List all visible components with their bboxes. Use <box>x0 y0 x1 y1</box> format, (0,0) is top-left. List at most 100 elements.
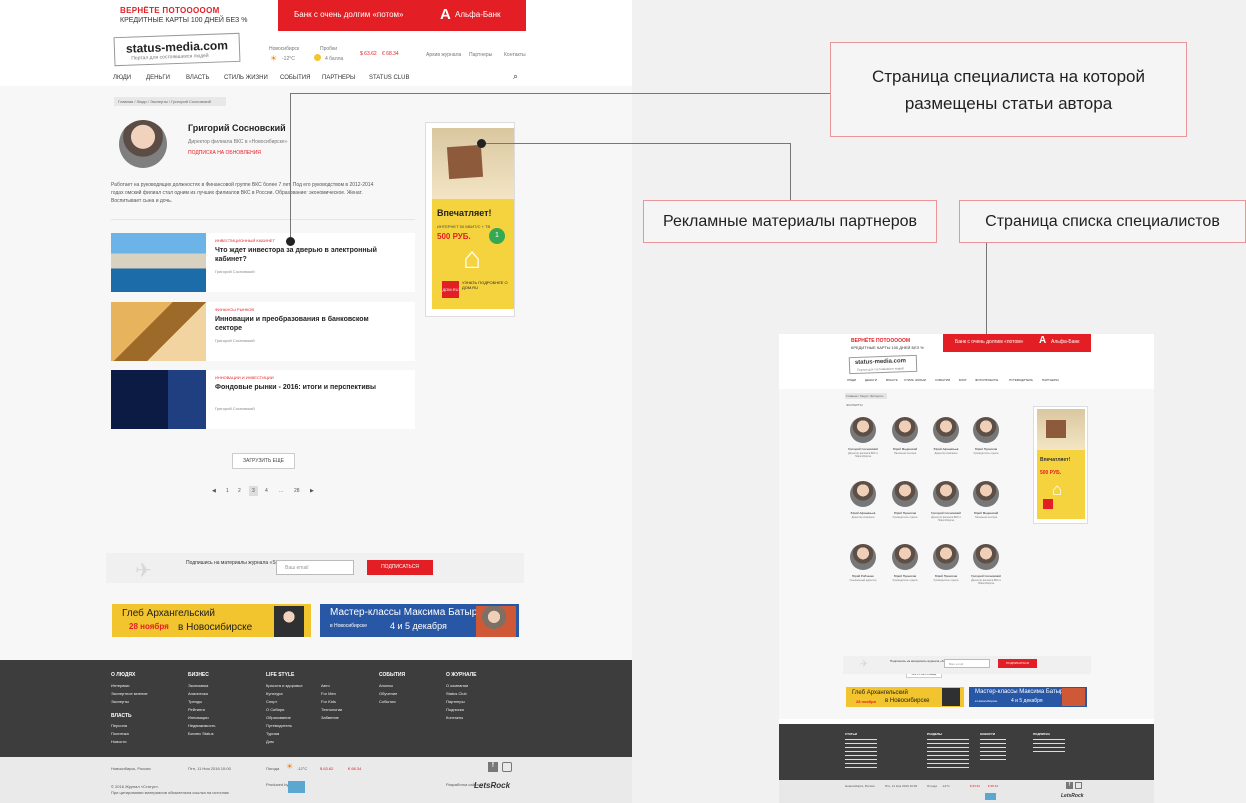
article-title[interactable]: Фондовые рынки - 2016: итоги и перспекти… <box>215 383 395 392</box>
email-input[interactable]: Ваш email <box>944 659 990 668</box>
footer-link[interactable]: События <box>379 698 397 706</box>
specialist-name[interactable]: Григорий Сосновский <box>967 574 1005 578</box>
footer-link[interactable]: Экспертное мнение <box>111 690 148 698</box>
nav-item-status-club[interactable]: STATUS CLUB <box>369 75 409 81</box>
article-thumbnail[interactable] <box>111 233 206 292</box>
footer-link-list[interactable] <box>927 739 969 769</box>
dom-ru-ad-banner[interactable]: Впечатляет! ИНТЕРНЕТ 50 МБИТ/С + ТВ 500 … <box>432 128 514 309</box>
footer-link[interactable]: Инновации <box>188 714 216 722</box>
footer-link[interactable]: Тренды <box>188 698 216 706</box>
instagram-icon[interactable] <box>1075 782 1082 789</box>
letsrock-logo[interactable]: LetsRock <box>1061 793 1084 799</box>
article-card[interactable]: ИНВЕСТИЦИОННЫЙ КАБИНЕТ Что ждет инвестор… <box>111 233 415 292</box>
footer-link[interactable]: Персона <box>111 722 129 730</box>
site-logo[interactable]: status-media.com Портал для состоявшихся… <box>848 354 918 375</box>
specialist-avatar[interactable] <box>850 417 876 443</box>
nav-item-events[interactable]: СОБЫТИЯ <box>280 75 310 81</box>
footer-link[interactable]: Культура <box>266 690 303 698</box>
header-link-partners[interactable]: Партнеры <box>469 52 492 58</box>
footer-link[interactable]: Эксперты <box>111 698 148 706</box>
footer-heading[interactable]: НОВОСТИ <box>980 732 995 736</box>
specialist-card[interactable]: Григорий Сосновский Директор филиала ВКС … <box>927 481 963 536</box>
footer-link[interactable]: О компании <box>446 682 468 690</box>
footer-link-list[interactable] <box>845 739 877 769</box>
footer-link[interactable]: Анонсы <box>379 682 397 690</box>
footer-link-list[interactable] <box>1033 739 1065 755</box>
event-banner-arkhangelsky[interactable]: Глеб Архангельский 28 ноября в Новосибир… <box>846 687 964 707</box>
specialist-avatar[interactable] <box>892 417 918 443</box>
article-title[interactable]: Что ждет инвестора за дверью в электронн… <box>215 246 395 264</box>
author-subscribe-link[interactable]: ПОДПИСКА НА ОБНОВЛЕНИЯ <box>188 150 261 156</box>
footer-link[interactable]: Рейтинги <box>188 706 216 714</box>
article-tag[interactable]: ФИНАНСЫ РЫНКОВ <box>215 307 254 312</box>
page-number[interactable]: 2 <box>238 488 241 494</box>
footer-heading[interactable]: БИЗНЕС <box>188 672 209 678</box>
nav-item-guide[interactable]: ПУТЕВОДИТЕЛЬ <box>1009 378 1033 382</box>
nav-item-power[interactable]: ВЛАСТЬ <box>886 378 898 382</box>
instagram-icon[interactable] <box>502 762 512 772</box>
nav-item-events[interactable]: СОБЫТИЯ <box>935 378 950 382</box>
specialist-avatar[interactable] <box>933 417 959 443</box>
footer-heading[interactable]: О ЖУРНАЛЕ <box>446 672 477 678</box>
page-number[interactable]: 28 <box>294 488 300 494</box>
specialist-name[interactable]: Юрий Афанасьев <box>927 447 965 451</box>
footer-heading[interactable]: ПОДПИСКА <box>1033 732 1050 736</box>
footer-link[interactable]: Недвижимость <box>188 722 216 730</box>
footer-heading[interactable]: СТАТЬИ <box>845 732 857 736</box>
subscribe-button[interactable]: ПОДПИСАТЬСЯ <box>998 659 1037 668</box>
footer-link[interactable]: Аналитика <box>188 690 216 698</box>
nav-item-people[interactable]: ЛЮДИ <box>113 75 131 81</box>
nav-item-power[interactable]: ВЛАСТЬ <box>186 75 209 81</box>
nav-item-photo[interactable]: ФОТОПРОЕКТЫ <box>975 378 998 382</box>
producer-logo[interactable] <box>985 793 996 800</box>
footer-link[interactable]: Обучение <box>379 690 397 698</box>
specialist-name[interactable]: Юрий Мединский <box>967 511 1005 515</box>
footer-link[interactable]: Туризм <box>266 730 303 738</box>
footer-link[interactable]: For Kids <box>321 698 342 706</box>
specialist-avatar[interactable] <box>850 544 876 570</box>
header-link-archive[interactable]: Архив журнала <box>426 52 461 58</box>
nav-item-people[interactable]: ЛЮДИ <box>847 378 856 382</box>
footer-link[interactable]: Подписка <box>446 706 468 714</box>
article-tag[interactable]: ИННОВАЦИИ И ИНВЕСТИЦИИ <box>215 375 274 380</box>
footer-link[interactable]: Экономика <box>188 682 216 690</box>
footer-heading[interactable]: О ЛЮДЯХ <box>111 672 135 678</box>
specialist-avatar[interactable] <box>973 481 999 507</box>
specialist-card[interactable]: Григорий Сосновский Директор филиала ВКС … <box>967 544 1003 599</box>
footer-link[interactable]: Политика <box>111 730 129 738</box>
nav-item-money[interactable]: ДЕНЬГИ <box>146 75 170 81</box>
site-logo[interactable]: status-media.com Портал для состоявшихся… <box>113 32 241 67</box>
breadcrumb[interactable]: Главная / Люди / Эксперты / Григорий Сос… <box>114 97 226 106</box>
footer-heading[interactable]: LIFE STYLE <box>266 672 294 678</box>
footer-link[interactable]: Интервью <box>111 682 148 690</box>
specialist-name[interactable]: Юрий Мединский <box>886 447 924 451</box>
footer-link[interactable]: Образование <box>266 714 303 722</box>
nav-item-lifestyle[interactable]: СТИЛЬ ЖИЗНИ <box>224 75 268 81</box>
producer-logo[interactable] <box>288 781 305 793</box>
footer-link[interactable]: О Сибири <box>266 706 303 714</box>
letsrock-logo[interactable]: LetsRock <box>474 781 510 790</box>
specialist-name[interactable]: Юрий Прокопов <box>886 574 924 578</box>
subscribe-button[interactable]: ПОДПИСАТЬСЯ <box>367 560 433 575</box>
nav-item-partners[interactable]: ПАРТНЕРЫ <box>322 75 355 81</box>
pagination-next-icon[interactable]: ▶ <box>310 488 314 494</box>
credit-card-promo[interactable]: ВЕРНЁТЕ ПОТОООООМ КРЕДИТНЫЕ КАРТЫ 100 ДН… <box>106 0 276 32</box>
specialist-name[interactable]: Григорий Сосновский <box>927 511 965 515</box>
footer-heading[interactable]: РАЗДЕЛЫ <box>927 732 942 736</box>
specialist-avatar[interactable] <box>850 481 876 507</box>
specialist-name[interactable]: Юрий Афанасьев <box>844 511 882 515</box>
footer-link-list[interactable] <box>980 739 1006 761</box>
specialist-card[interactable]: Григорий Сосновский Директор филиала ВКС … <box>844 417 880 472</box>
page-number[interactable]: 4 <box>265 488 268 494</box>
article-tag[interactable]: ИНВЕСТИЦИОННЫЙ КАБИНЕТ <box>215 238 275 243</box>
specialist-card[interactable]: Юрий Прокопов Руководитель отдела <box>967 417 1003 472</box>
ad-cta[interactable]: УЗНАТЬ ПОДРОБНЕЕ О ДОМ.RU <box>462 280 509 290</box>
footer-link[interactable]: Бизнес Status <box>188 730 216 738</box>
specialist-card[interactable]: Юрий Прокопов Руководитель отдела <box>886 544 922 599</box>
article-title[interactable]: Инновации и преобразования в банковском … <box>215 315 395 333</box>
specialist-avatar[interactable] <box>933 544 959 570</box>
specialist-card[interactable]: Юрий Мединский Начальник сектора <box>967 481 1003 536</box>
specialist-avatar[interactable] <box>892 481 918 507</box>
footer-link[interactable]: Партнеры <box>446 698 468 706</box>
footer-link[interactable]: Технологии <box>321 706 342 714</box>
